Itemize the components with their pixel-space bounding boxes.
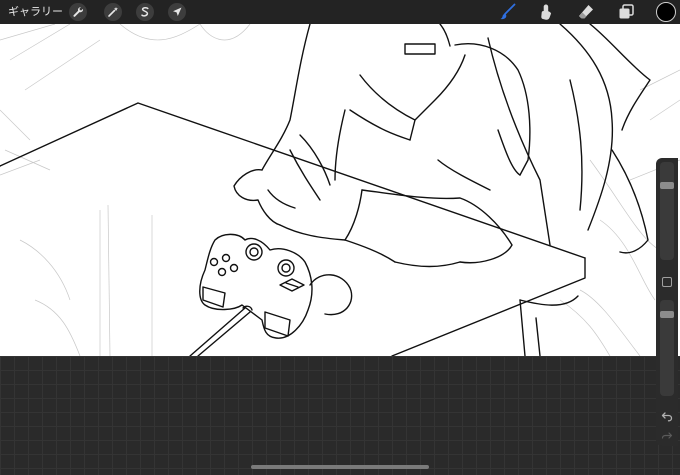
right-sidebar: [656, 158, 678, 446]
transform-arrow-icon: [173, 7, 182, 16]
workspace-background: [0, 356, 680, 475]
layers-button[interactable]: [616, 2, 636, 22]
color-picker-button[interactable]: [656, 2, 676, 22]
modify-button[interactable]: [662, 277, 672, 287]
redo-icon: [661, 432, 673, 439]
transform-button[interactable]: [168, 3, 186, 21]
eraser-tool-button[interactable]: [576, 2, 596, 22]
layers-icon: [619, 4, 634, 19]
top-toolbar: ギャラリー: [0, 0, 680, 24]
brush-size-slider[interactable]: [660, 162, 674, 260]
selection-button[interactable]: [136, 3, 154, 21]
smudge-icon: [541, 4, 552, 20]
opacity-knob[interactable]: [660, 311, 674, 318]
undo-icon: [661, 412, 673, 422]
opacity-slider[interactable]: [660, 300, 674, 396]
gallery-button[interactable]: ギャラリー: [8, 4, 63, 20]
brush-icon: [500, 3, 516, 20]
redo-button[interactable]: [659, 430, 675, 442]
magic-wand-icon: [108, 7, 118, 17]
selection-icon: [141, 6, 149, 17]
wrench-icon: [73, 7, 84, 17]
adjustments-button[interactable]: [104, 3, 122, 21]
drawing-canvas[interactable]: [0, 24, 680, 356]
eraser-icon: [579, 5, 593, 19]
undo-button[interactable]: [659, 408, 675, 424]
smudge-tool-button[interactable]: [536, 2, 556, 22]
home-indicator[interactable]: [251, 465, 429, 469]
brush-size-knob[interactable]: [660, 182, 674, 189]
actions-button[interactable]: [69, 3, 87, 21]
line-art-illustration: [0, 24, 680, 356]
brush-tool-button[interactable]: [498, 2, 518, 22]
